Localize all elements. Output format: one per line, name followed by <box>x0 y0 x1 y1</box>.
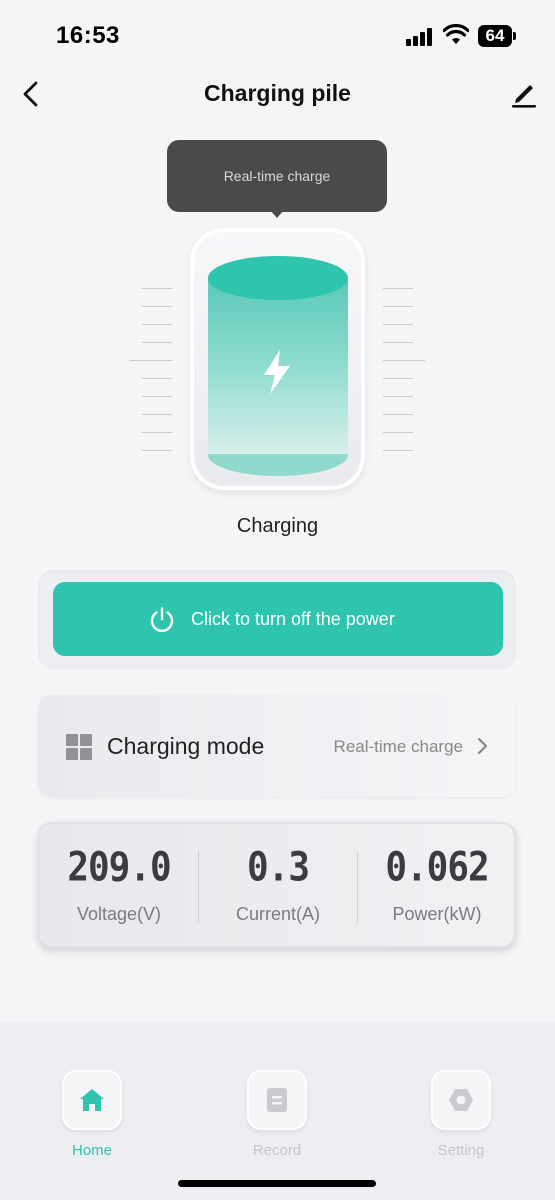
scale-tick <box>142 324 172 325</box>
metric-voltage: 209.0 Voltage(V) <box>40 844 198 925</box>
scale-tick <box>383 378 413 379</box>
voltage-label: Voltage(V) <box>76 904 162 924</box>
mode-tooltip: Real-time charge <box>167 140 387 212</box>
chevron-right-icon <box>477 737 488 755</box>
scale-tick <box>130 360 172 361</box>
scale-tick <box>383 306 413 307</box>
metric-power: 0.062 Power(kW) <box>358 844 516 925</box>
scale-tick <box>383 414 413 415</box>
current-label: Current(A) <box>235 904 320 924</box>
grid-icon <box>66 734 92 760</box>
wifi-icon <box>443 24 469 44</box>
tab-setting[interactable]: Setting <box>416 1070 506 1159</box>
tab-home[interactable]: Home <box>47 1070 137 1159</box>
scale-tick <box>383 432 413 433</box>
charge-gauge <box>130 228 425 493</box>
status-time: 16:53 <box>56 22 120 49</box>
record-icon <box>267 1088 287 1112</box>
tooltip-arrow <box>270 210 284 218</box>
home-icon <box>80 1089 104 1111</box>
power-off-button[interactable]: Click to turn off the power <box>53 582 503 656</box>
scale-tick <box>142 306 172 307</box>
pencil-icon <box>512 85 536 108</box>
scale-tick <box>142 288 172 289</box>
charging-mode-label: Charging mode <box>107 733 265 759</box>
voltage-value: 209.0 <box>67 844 171 891</box>
scale-tick <box>142 450 172 451</box>
scale-tick <box>383 288 413 289</box>
edit-button[interactable] <box>509 78 539 110</box>
cylinder-top <box>208 256 348 300</box>
battery-icon: 64 <box>478 25 516 47</box>
scale-tick <box>142 414 172 415</box>
scale-tick <box>142 396 172 397</box>
scale-tick <box>142 432 172 433</box>
tab-home-label: Home <box>71 1142 112 1159</box>
tab-setting-label: Setting <box>437 1142 485 1159</box>
lightning-bolt-icon <box>264 350 290 394</box>
scale-tick <box>383 324 413 325</box>
scale-tick <box>383 360 425 361</box>
metrics-panel: 209.0 Voltage(V) 0.3 Current(A) 0.062 Po… <box>38 822 516 948</box>
scale-tick <box>383 342 413 343</box>
charging-mode-row[interactable]: Charging mode Real-time charge <box>38 695 516 797</box>
power-button-label: Click to turn off the power <box>191 609 395 629</box>
scale-tick <box>383 450 413 451</box>
scale-tick <box>383 396 413 397</box>
battery-level: 64 <box>485 26 505 45</box>
nav-bar: Charging pile <box>0 70 555 120</box>
home-indicator <box>178 1180 376 1187</box>
power-value: 0.062 <box>385 844 489 891</box>
settings-icon <box>449 1089 473 1111</box>
page-title: Charging pile <box>204 80 351 106</box>
tab-record-label: Record <box>252 1142 302 1159</box>
scale-tick <box>142 378 172 379</box>
scale-tick <box>142 342 172 343</box>
status-bar: 16:53 64 <box>0 0 555 70</box>
charging-mode-value: Real-time charge <box>333 737 463 756</box>
cellular-signal-icon <box>406 28 434 46</box>
power-icon <box>150 607 174 633</box>
metric-current: 0.3 Current(A) <box>199 844 357 925</box>
tab-bar: Home Record Setting <box>0 1022 555 1200</box>
charging-status: Charging <box>236 515 319 537</box>
tab-record[interactable]: Record <box>232 1070 322 1159</box>
power-label: Power(kW) <box>392 904 482 924</box>
current-value: 0.3 <box>246 844 310 891</box>
